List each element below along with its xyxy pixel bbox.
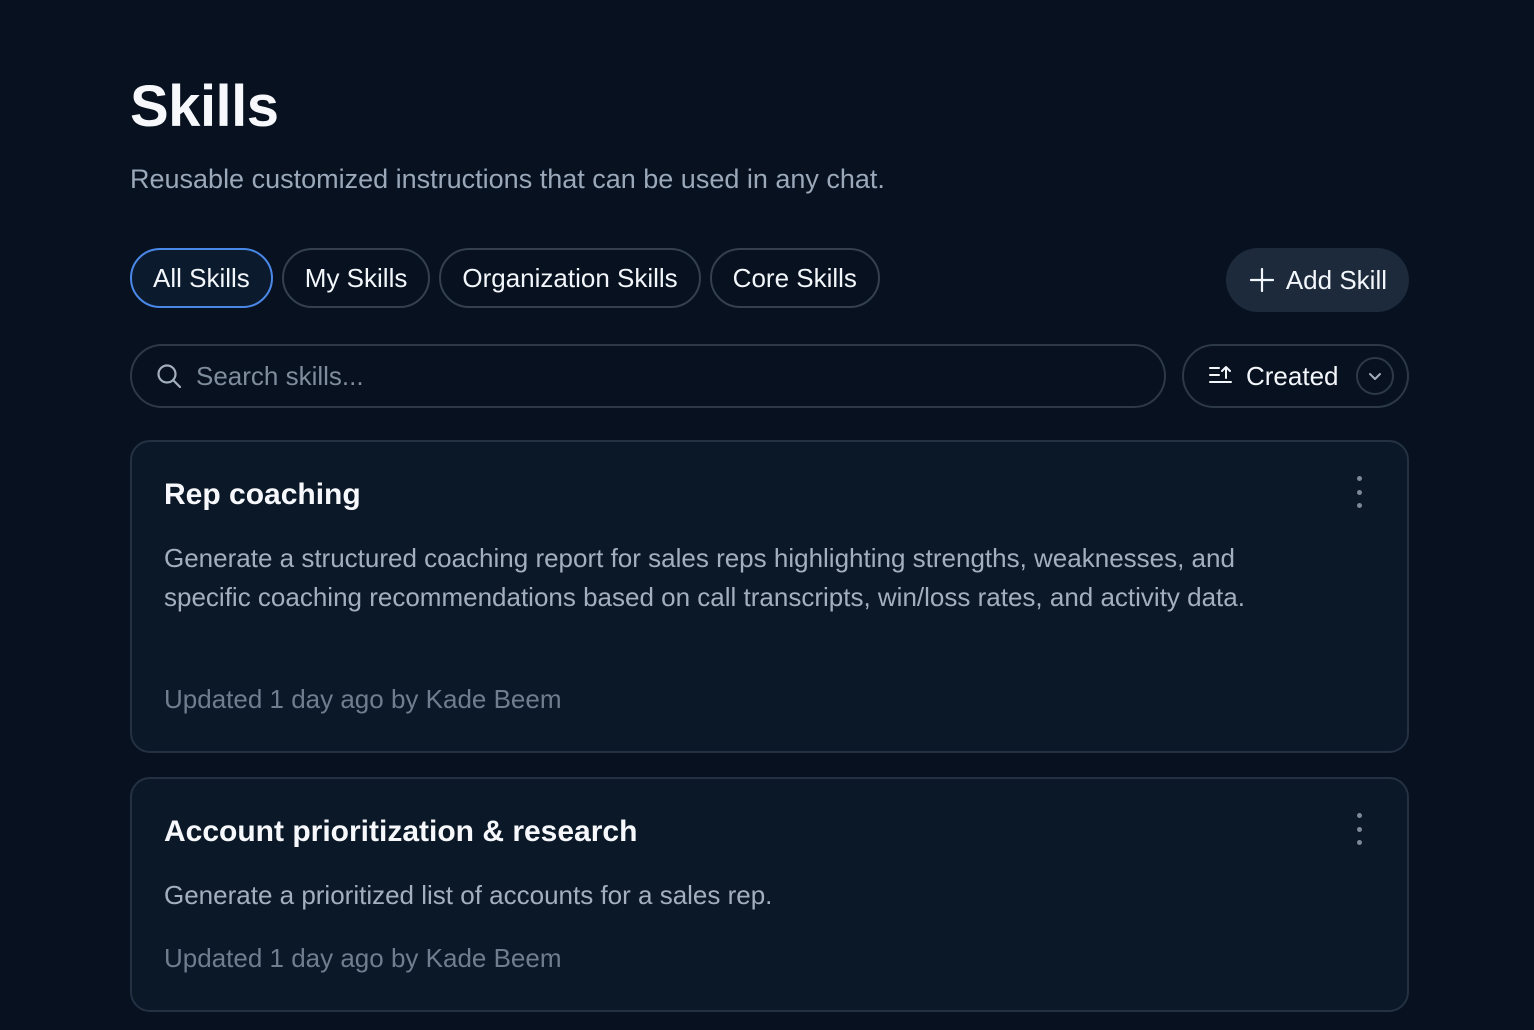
add-skill-label: Add Skill [1285,264,1387,295]
skill-title: Rep coaching [164,478,361,511]
skill-updated-meta: Updated 1 day ago by Kade Beem [164,684,562,714]
plus-icon [1249,268,1274,292]
tab-organization-skills[interactable]: Organization Skills [439,248,701,308]
skill-description: Generate a prioritized list of accounts … [164,880,773,910]
page-subtitle: Reusable customized instructions that ca… [130,164,885,194]
skills-page: Skills Reusable customized instructions … [0,0,1534,1030]
tab-my-skills[interactable]: My Skills [281,248,431,308]
chevron-down-icon [1356,357,1394,395]
skill-updated-meta: Updated 1 day ago by Kade Beem [164,943,562,973]
add-skill-button[interactable]: Add Skill [1225,248,1409,312]
sort-dropdown[interactable]: Created [1182,344,1409,408]
skill-description: Generate a structured coaching report fo… [164,543,1245,612]
skill-title: Account prioritization & research [164,815,638,848]
search-box [130,344,1166,408]
sort-ascending-icon [1209,366,1232,383]
search-input[interactable] [196,360,1096,392]
skill-card[interactable]: Rep coaching Generate a structured coach… [130,440,1409,753]
page-title: Skills [130,74,279,139]
more-options-icon[interactable] [1347,809,1371,849]
filter-tabs: All Skills My Skills Organization Skills… [130,248,880,308]
tab-core-skills[interactable]: Core Skills [709,248,880,308]
more-options-icon[interactable] [1347,472,1371,512]
sort-label: Created [1246,360,1339,391]
skill-card[interactable]: Account prioritization & research Genera… [130,777,1409,1012]
search-icon [157,364,182,389]
tab-all-skills[interactable]: All Skills [130,248,273,308]
